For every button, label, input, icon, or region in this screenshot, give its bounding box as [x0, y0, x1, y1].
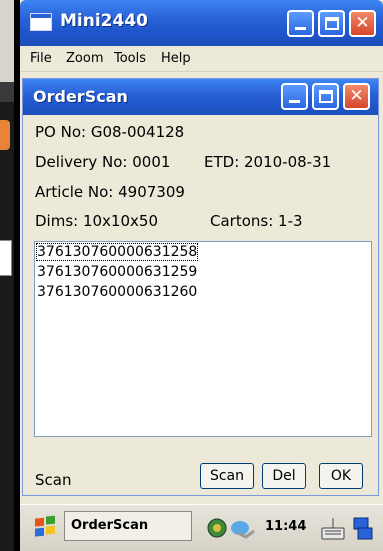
network-icon[interactable]	[206, 517, 228, 539]
menu-help[interactable]: Help	[161, 51, 191, 66]
menu-tools[interactable]: Tools	[114, 51, 146, 66]
windows-switch-icon[interactable]	[352, 516, 374, 542]
ok-button[interactable]: OK	[319, 463, 363, 489]
mini2440-window: Mini2440 ✕ File Zoom Tools Help OrderSca…	[20, 0, 383, 551]
delete-button[interactable]: Del	[262, 463, 306, 489]
inner-window-title: OrderScan	[33, 87, 128, 106]
close-icon: ✕	[349, 86, 364, 106]
list-item[interactable]: 376130760000631259	[37, 264, 197, 280]
taskbar-orderscan-button[interactable]: OrderScan	[64, 511, 192, 541]
outer-close-button[interactable]: ✕	[349, 10, 376, 37]
taskbar: OrderScan 11:44	[20, 504, 383, 551]
etd-label: ETD: 2010-08-31	[204, 153, 332, 171]
orderscan-window: OrderScan ✕ PO No: G08-004128 Delivery N…	[22, 78, 379, 496]
outer-maximize-button[interactable]	[318, 10, 345, 37]
clock[interactable]: 11:44	[265, 519, 306, 534]
menu-bar: File Zoom Tools Help	[20, 46, 383, 72]
po-number-label: PO No: G08-004128	[35, 123, 185, 141]
minimize-icon	[295, 27, 306, 30]
connection-icon[interactable]	[230, 519, 256, 539]
list-item[interactable]: 376130760000631260	[37, 284, 197, 300]
outer-title-bar[interactable]: Mini2440 ✕	[20, 0, 383, 46]
outer-minimize-button[interactable]	[287, 10, 314, 37]
inner-title-bar[interactable]: OrderScan ✕	[23, 79, 378, 115]
delivery-number-label: Delivery No: 0001	[35, 153, 171, 171]
menu-file[interactable]: File	[30, 51, 52, 66]
dims-label: Dims: 10x10x50	[35, 212, 158, 230]
menu-zoom[interactable]: Zoom	[66, 51, 103, 66]
cartons-label: Cartons: 1-3	[210, 212, 303, 230]
keyboard-icon[interactable]	[320, 516, 346, 542]
system-tray: 11:44	[200, 513, 378, 543]
minimize-icon	[289, 100, 300, 103]
article-number-label: Article No: 4907309	[35, 183, 185, 201]
status-label: Scan	[35, 471, 72, 489]
window-app-icon	[30, 13, 52, 31]
background-field-edge	[0, 240, 12, 276]
scanned-codes-list[interactable]: 376130760000631258 376130760000631259 37…	[34, 241, 372, 437]
background-titlebar-edge	[0, 82, 14, 102]
inner-maximize-button[interactable]	[312, 83, 339, 110]
close-icon: ✕	[355, 13, 370, 33]
background-icon-edge	[0, 120, 10, 150]
outer-window-title: Mini2440	[60, 11, 148, 31]
background-desktop-strip	[0, 0, 14, 551]
list-item[interactable]: 376130760000631258	[35, 243, 199, 261]
start-windows-flag-icon[interactable]	[32, 515, 58, 541]
background-window-edge	[0, 0, 14, 82]
scan-button[interactable]: Scan	[200, 463, 254, 489]
maximize-icon	[319, 90, 333, 103]
maximize-icon	[325, 17, 339, 30]
inner-minimize-button[interactable]	[281, 83, 308, 110]
inner-close-button[interactable]: ✕	[343, 83, 370, 110]
